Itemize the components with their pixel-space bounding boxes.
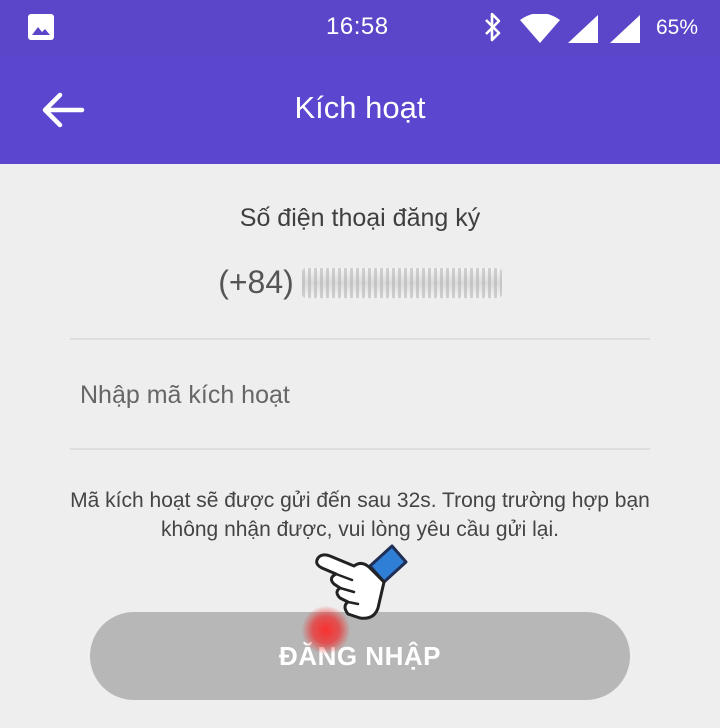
login-button-label: ĐĂNG NHẬP — [279, 641, 441, 671]
back-arrow-icon[interactable] — [36, 86, 92, 134]
resend-notice: Mã kích hoạt sẽ được gửi đến sau 32s. Tr… — [70, 489, 650, 541]
activation-code-input[interactable] — [70, 364, 650, 426]
gallery-icon — [28, 14, 54, 40]
app-bar: Kích hoạt — [0, 56, 720, 164]
divider — [70, 448, 650, 450]
page-title: Kích hoạt — [294, 90, 426, 125]
battery-percentage: 65% — [656, 16, 699, 39]
pointing-hand-icon — [315, 544, 408, 620]
signal-icon — [568, 15, 598, 43]
bluetooth-icon — [485, 12, 501, 42]
phone-prefix: (+84) — [218, 264, 294, 301]
wifi-icon — [520, 14, 560, 43]
status-time: 16:58 — [326, 13, 389, 40]
status-bar: 16:58 65% — [0, 0, 720, 56]
divider — [70, 338, 650, 340]
phone-number: (+84) — [0, 262, 720, 301]
masked-phone-number — [301, 267, 502, 298]
phone-label: Số điện thoại đăng ký — [239, 204, 481, 232]
activation-screen: 16:58 65% Kích hoạt Số điện thoại đăng k… — [0, 0, 720, 728]
signal-icon — [610, 15, 640, 43]
